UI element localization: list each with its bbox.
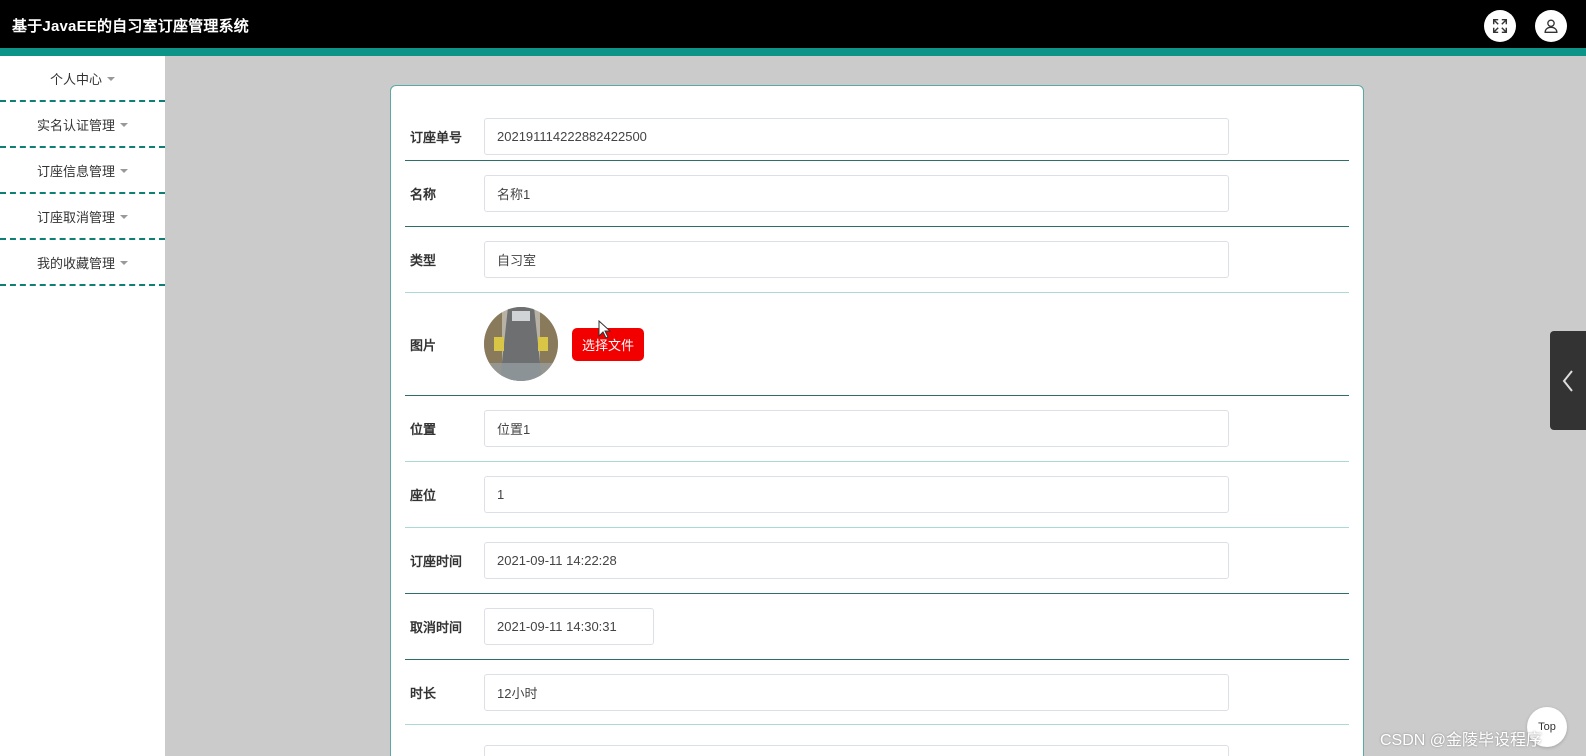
seat-photo-image [484,307,558,381]
name-label: 名称 [410,187,437,202]
header-accent-stripe [0,48,1586,56]
sidebar-item-booking-info[interactable]: 订座信息管理 [0,148,165,194]
sidebar-item-label: 订座取消管理 [36,209,115,225]
next-row-input[interactable] [484,744,1229,756]
image-label: 图片 [410,337,437,353]
form-row-name: 名称 名称1 [405,161,1349,227]
type-label: 类型 [410,253,437,268]
caret-down-icon [120,123,128,127]
expand-icon [1492,18,1508,34]
caret-down-icon [120,169,128,173]
csdn-watermark: CSDN @金陵毕设程序 [1380,732,1543,749]
order-no-label: 订座单号 [410,130,463,145]
duration-input[interactable]: 12小时 [484,673,1229,711]
form-row-order-no: 订座单号 202191114222882422500 [405,113,1349,161]
location-input[interactable]: 位置1 [484,410,1229,447]
cancel-time-label: 取消时间 [410,620,463,635]
caret-down-icon [120,215,128,219]
sidebar-item-label: 个人中心 [49,71,102,87]
caret-down-icon [107,77,115,81]
chevron-left-icon [1562,369,1573,392]
order-no-input[interactable]: 202191114222882422500 [484,118,1229,155]
form-row-duration: 时长 12小时 [405,660,1349,725]
user-button[interactable] [1535,10,1567,42]
booking-time-input[interactable]: 2021-09-11 14:22:28 [484,542,1229,579]
type-input[interactable]: 自习室 [484,241,1229,278]
duration-label: 时长 [410,685,437,701]
sidebar: 个人中心 实名认证管理 订座信息管理 订座取消管理 我的收藏管理 [0,56,165,756]
sidebar-item-label: 我的收藏管理 [36,255,115,271]
caret-down-icon [120,261,128,265]
fullscreen-button[interactable] [1484,10,1516,42]
user-icon [1544,19,1558,33]
cancel-time-input[interactable]: 2021-09-11 14:30:31 [484,608,654,645]
app-title: 基于JavaEE的自习室订座管理系统 [12,18,249,35]
sidebar-item-realname-auth[interactable]: 实名认证管理 [0,102,165,148]
booking-time-label: 订座时间 [410,554,463,569]
seat-label: 座位 [410,488,437,503]
sidebar-item-personal-center[interactable]: 个人中心 [0,56,165,102]
booking-form-card: 订座单号 202191114222882422500 名称 名称1 类型 自习室… [390,85,1364,756]
form-row-type: 类型 自习室 [405,227,1349,293]
location-label: 位置 [410,422,437,437]
sidebar-item-label: 实名认证管理 [36,117,115,133]
seat-image-thumbnail [484,307,558,381]
name-input[interactable]: 名称1 [484,175,1229,212]
form-row-next [405,743,1349,756]
form-row-image: 图片 选择文件 [405,293,1349,396]
form-row-cancel-time: 取消时间 2021-09-11 14:30:31 [405,594,1349,660]
form-row-booking-time: 订座时间 2021-09-11 14:22:28 [405,528,1349,594]
sidebar-item-booking-cancel[interactable]: 订座取消管理 [0,194,165,240]
sidebar-item-favorites[interactable]: 我的收藏管理 [0,240,165,286]
mouse-cursor-icon [598,320,612,339]
sidebar-item-label: 订座信息管理 [36,163,115,179]
seat-input[interactable]: 1 [484,476,1229,513]
drawer-toggle-button[interactable] [1550,331,1586,430]
form-row-seat: 座位 1 [405,462,1349,528]
form-row-location: 位置 位置1 [405,396,1349,462]
top-bar: 基于JavaEE的自习室订座管理系统 [0,0,1586,48]
